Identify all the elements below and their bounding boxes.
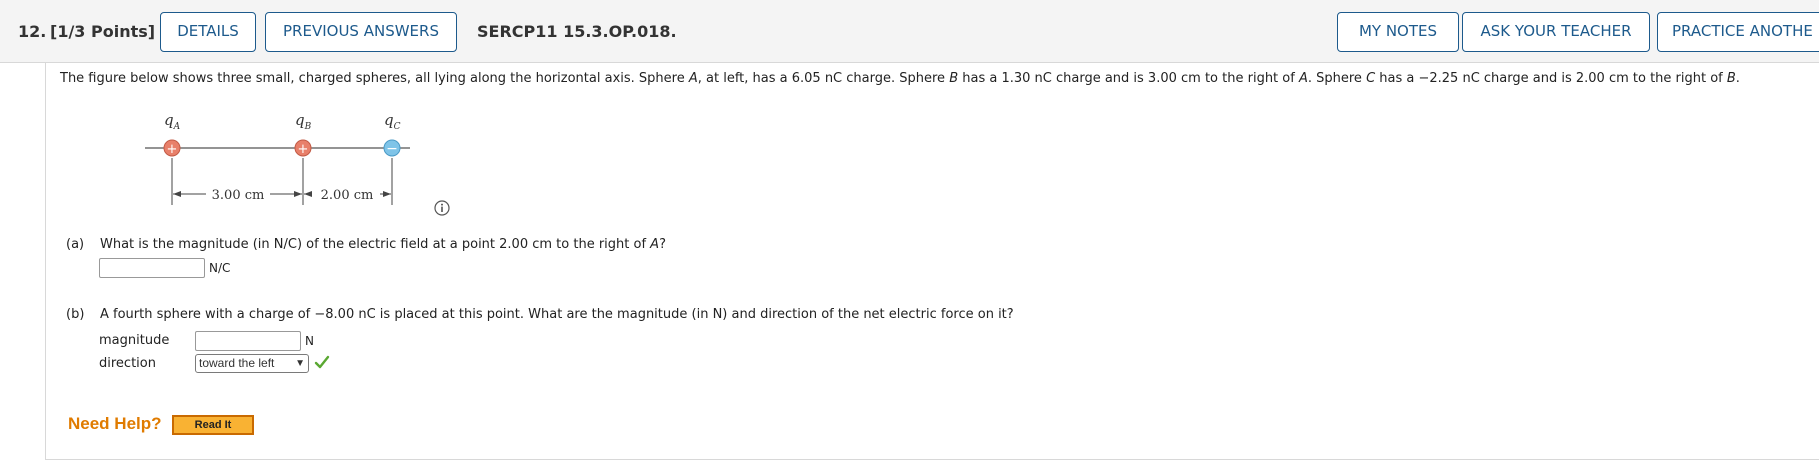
ask-your-teacher-button[interactable]: ASK YOUR TEACHER: [1462, 12, 1650, 52]
direction-select[interactable]: toward the left ▼: [195, 354, 309, 373]
prompt-var: A: [688, 71, 698, 86]
magnitude-input[interactable]: [195, 331, 301, 351]
svg-text:−: −: [386, 141, 398, 157]
svg-text:+: +: [298, 142, 309, 157]
question-header: 12. [1/3 Points] DETAILS PREVIOUS ANSWER…: [0, 0, 1819, 63]
part-a-question-text: ?: [659, 237, 666, 252]
practice-another-button[interactable]: PRACTICE ANOTHE: [1657, 12, 1819, 52]
dim-label-ab: 3.00 cm: [212, 188, 265, 203]
correct-check-icon: [314, 355, 330, 369]
part-b-question: A fourth sphere with a charge of −8.00 n…: [100, 307, 1014, 322]
prompt-text: The figure below shows three small, char…: [60, 71, 689, 86]
qa-label: qA: [164, 111, 181, 132]
electric-field-input[interactable]: [99, 258, 205, 278]
question-points: [1/3 Points]: [50, 22, 156, 41]
sphere-b: +: [294, 139, 312, 157]
svg-text:+: +: [167, 142, 178, 157]
question-number: 12.: [18, 22, 47, 41]
qb-label: qB: [295, 111, 312, 132]
dim-label-bc: 2.00 cm: [321, 188, 374, 203]
part-a-question-var: A: [650, 237, 660, 252]
arrowhead: [383, 191, 391, 197]
info-icon[interactable]: [434, 200, 450, 216]
read-it-button[interactable]: Read It: [172, 415, 254, 435]
chevron-down-icon: ▼: [295, 358, 305, 369]
prompt-var: A: [1298, 71, 1308, 86]
need-help-label: Need Help?: [68, 414, 162, 433]
direction-selected-value: toward the left: [199, 356, 275, 370]
question-id: SERCP11 15.3.OP.018.: [477, 22, 677, 41]
electric-field-unit: N/C: [209, 261, 231, 275]
arrowhead: [173, 191, 181, 197]
direction-label: direction: [99, 356, 156, 371]
magnitude-label: magnitude: [99, 333, 170, 348]
qc-label: qC: [384, 111, 401, 132]
question-prompt: The figure below shows three small, char…: [60, 71, 1740, 86]
prompt-text: . Sphere: [1307, 71, 1367, 86]
details-button[interactable]: DETAILS: [160, 12, 256, 52]
prompt-var: B: [1726, 71, 1736, 86]
my-notes-button[interactable]: MY NOTES: [1337, 12, 1459, 52]
arrowhead: [304, 191, 312, 197]
prompt-text: has a −2.25 nC charge and is 2.00 cm to …: [1375, 71, 1727, 86]
part-a-tag: (a): [66, 237, 85, 252]
charge-figure: qA qB qC + + − 3.00 cm 2.00 cm: [145, 111, 410, 205]
prompt-var: B: [949, 71, 959, 86]
arrowhead: [294, 191, 302, 197]
prompt-text: has a 1.30 nC charge and is 3.00 cm to t…: [958, 71, 1299, 86]
prompt-text: , at left, has a 6.05 nC charge. Sphere: [697, 71, 950, 86]
magnitude-unit: N: [305, 334, 314, 348]
part-b-tag: (b): [66, 307, 85, 322]
sphere-c: −: [383, 139, 401, 157]
previous-answers-button[interactable]: PREVIOUS ANSWERS: [265, 12, 457, 52]
sphere-a: +: [163, 139, 181, 157]
prompt-text: .: [1735, 71, 1740, 86]
part-a-question-text: What is the magnitude (in N/C) of the el…: [100, 237, 651, 252]
prompt-var: C: [1366, 71, 1376, 86]
part-a-question: What is the magnitude (in N/C) of the el…: [100, 237, 666, 252]
